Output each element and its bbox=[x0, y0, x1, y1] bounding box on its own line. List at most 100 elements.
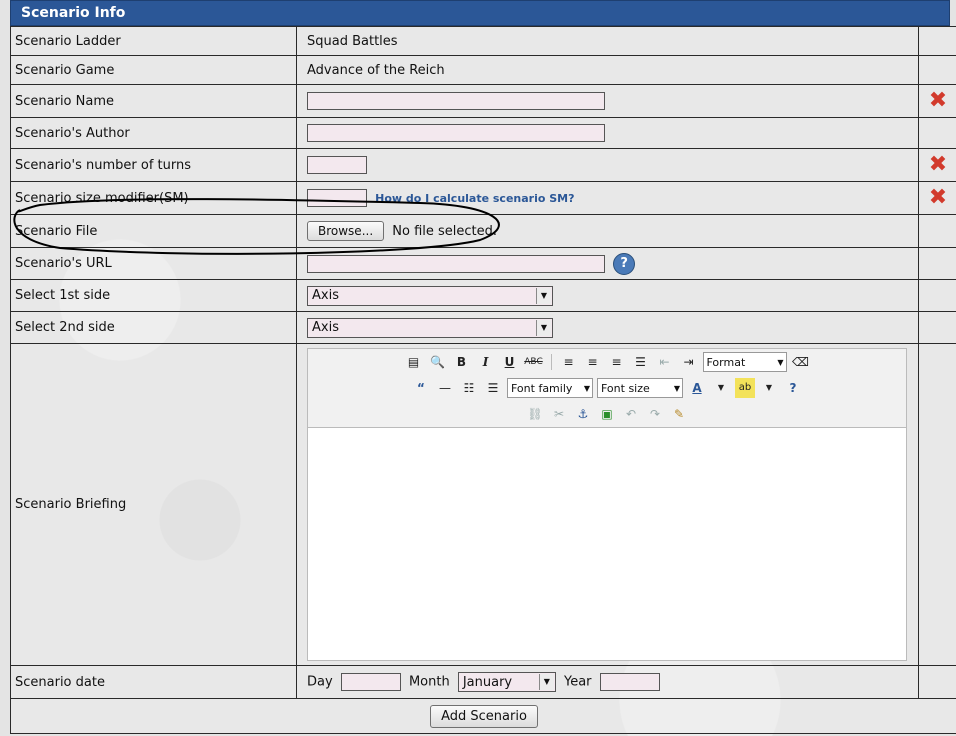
chevron-down-icon: ▼ bbox=[536, 287, 551, 304]
preview-icon[interactable]: 🔍 bbox=[428, 352, 448, 372]
format-select[interactable]: Format ▼ bbox=[702, 352, 787, 372]
browse-button[interactable]: Browse... bbox=[307, 221, 385, 241]
bold-icon[interactable]: B bbox=[452, 352, 472, 372]
briefing-label: Scenario Briefing bbox=[15, 497, 127, 512]
chevron-down-icon: ▼ bbox=[777, 357, 784, 367]
turns-label: Scenario's number of turns bbox=[15, 157, 191, 173]
scenario-author-input[interactable] bbox=[307, 124, 605, 142]
help-icon[interactable]: ? bbox=[613, 252, 636, 275]
chevron-down-icon: ▼ bbox=[673, 383, 681, 393]
eraser-icon[interactable]: ⌫ bbox=[791, 352, 811, 372]
chevron-down-icon: ▼ bbox=[538, 674, 554, 690]
font-size-select[interactable]: Font size ▼ bbox=[597, 378, 683, 398]
anchor-icon[interactable]: ⚓ bbox=[573, 404, 593, 424]
chevron-down-icon[interactable]: ▼ bbox=[711, 378, 731, 398]
undo-icon[interactable]: ↶ bbox=[621, 404, 641, 424]
year-label: Year bbox=[563, 674, 592, 690]
clear-name-icon[interactable]: ✖ bbox=[929, 90, 947, 112]
year-input[interactable] bbox=[599, 673, 660, 691]
align-right-icon[interactable]: ≡ bbox=[607, 352, 627, 372]
row-side2: Select 2nd side Axis ▼ bbox=[10, 311, 956, 344]
side2-selected: Axis bbox=[312, 320, 339, 335]
link-icon[interactable]: ⛓ bbox=[525, 404, 545, 424]
file-status: No file selected. bbox=[392, 223, 498, 239]
row-side1: Select 1st side Axis ▼ bbox=[10, 279, 956, 312]
new-document-icon[interactable]: ▤ bbox=[404, 352, 424, 372]
font-family-label: Font family bbox=[511, 381, 573, 395]
indent-icon[interactable]: ⇥ bbox=[679, 352, 699, 372]
underline-icon[interactable]: U bbox=[500, 352, 520, 372]
align-justify-icon[interactable]: ☰ bbox=[631, 352, 651, 372]
row-turns: Scenario's number of turns ✖ bbox=[10, 148, 956, 182]
url-label: Scenario's URL bbox=[15, 256, 112, 271]
numbered-list-icon[interactable]: ☰ bbox=[483, 378, 503, 398]
help-icon[interactable]: ? bbox=[783, 378, 803, 398]
rich-text-editor: ▤ 🔍 B I U ABC ≡ ≡ ≡ ☰ ⇤ ⇥ Format ▼ ⌫ “ —… bbox=[307, 348, 907, 661]
game-value: Advance of the Reich bbox=[307, 62, 445, 78]
row-file: Scenario File Browse... No file selected… bbox=[10, 214, 956, 248]
row-url: Scenario's URL ? bbox=[10, 247, 956, 280]
cleanup-icon[interactable]: ✎ bbox=[669, 404, 689, 424]
side1-label: Select 1st side bbox=[15, 288, 111, 303]
side1-select[interactable]: Axis ▼ bbox=[307, 285, 553, 306]
blockquote-icon[interactable]: “ bbox=[411, 378, 431, 398]
file-label: Scenario File bbox=[15, 223, 98, 239]
side1-selected: Axis bbox=[312, 288, 339, 303]
chevron-down-icon: ▼ bbox=[536, 319, 551, 336]
sm-input[interactable] bbox=[307, 189, 367, 207]
row-submit: Add Scenario bbox=[10, 698, 956, 734]
row-author: Scenario's Author bbox=[10, 117, 956, 149]
highlight-color-icon[interactable]: ab bbox=[735, 378, 755, 398]
align-left-icon[interactable]: ≡ bbox=[559, 352, 579, 372]
day-label: Day bbox=[307, 674, 333, 690]
add-scenario-button[interactable]: Add Scenario bbox=[430, 704, 538, 728]
ladder-value: Squad Battles bbox=[307, 33, 398, 49]
month-label: Month bbox=[408, 674, 450, 690]
url-input[interactable] bbox=[307, 254, 605, 273]
italic-icon[interactable]: I bbox=[476, 352, 496, 372]
chevron-down-icon: ▼ bbox=[583, 383, 591, 393]
format-select-label: Format bbox=[706, 355, 746, 369]
text-color-icon[interactable]: A bbox=[687, 378, 707, 398]
side2-select[interactable]: Axis ▼ bbox=[307, 317, 553, 338]
clear-sm-icon[interactable]: ✖ bbox=[929, 187, 947, 209]
toolbar-row-3: ⛓ ✂ ⚓ ▣ ↶ ↷ ✎ bbox=[308, 401, 906, 427]
sm-label: Scenario size modifier(SM) bbox=[15, 190, 189, 206]
name-label: Scenario Name bbox=[15, 93, 114, 109]
date-label: Scenario date bbox=[15, 674, 105, 690]
turns-input[interactable] bbox=[307, 156, 367, 174]
row-game: Scenario Game Advance of the Reich bbox=[10, 55, 956, 85]
font-family-select[interactable]: Font family ▼ bbox=[507, 378, 593, 398]
side2-label: Select 2nd side bbox=[15, 320, 115, 335]
align-center-icon[interactable]: ≡ bbox=[583, 352, 603, 372]
day-input[interactable] bbox=[340, 673, 401, 691]
scenario-name-input[interactable] bbox=[307, 92, 605, 110]
scenario-table: Scenario Ladder Squad Battles Scenario G… bbox=[10, 26, 956, 734]
unlink-icon[interactable]: ✂ bbox=[549, 404, 569, 424]
redo-icon[interactable]: ↷ bbox=[645, 404, 665, 424]
horizontal-rule-icon[interactable]: — bbox=[435, 378, 455, 398]
sm-help-link[interactable]: How do I calculate scenario SM? bbox=[375, 192, 574, 205]
author-label: Scenario's Author bbox=[15, 125, 130, 141]
game-label: Scenario Game bbox=[15, 62, 115, 78]
briefing-text-area[interactable] bbox=[308, 427, 906, 660]
toolbar-row-2: “ — ☷ ☰ Font family ▼ Font size ▼ A ▼ ab… bbox=[308, 375, 906, 401]
row-briefing: Scenario Briefing ▤ 🔍 B I U ABC ≡ ≡ ≡ ☰ bbox=[10, 343, 956, 666]
section-header: Scenario Info bbox=[10, 0, 950, 26]
outdent-icon[interactable]: ⇤ bbox=[655, 352, 675, 372]
clear-turns-icon[interactable]: ✖ bbox=[929, 154, 947, 176]
month-select[interactable]: January ▼ bbox=[457, 672, 556, 692]
toolbar-row-1: ▤ 🔍 B I U ABC ≡ ≡ ≡ ☰ ⇤ ⇥ Format ▼ ⌫ bbox=[308, 349, 906, 375]
image-icon[interactable]: ▣ bbox=[597, 404, 617, 424]
toolbar-separator bbox=[550, 354, 552, 370]
row-ladder: Scenario Ladder Squad Battles bbox=[10, 26, 956, 56]
chevron-down-icon[interactable]: ▼ bbox=[759, 378, 779, 398]
row-date: Scenario date Day Month January ▼ Year bbox=[10, 665, 956, 699]
strikethrough-icon[interactable]: ABC bbox=[524, 352, 544, 372]
section-title: Scenario Info bbox=[21, 5, 126, 21]
month-selected: January bbox=[462, 674, 513, 690]
font-size-label: Font size bbox=[601, 381, 650, 395]
scenario-form: Scenario Info Scenario Ladder Squad Batt… bbox=[10, 0, 956, 734]
bullet-list-icon[interactable]: ☷ bbox=[459, 378, 479, 398]
row-sm: Scenario size modifier(SM) How do I calc… bbox=[10, 181, 956, 215]
